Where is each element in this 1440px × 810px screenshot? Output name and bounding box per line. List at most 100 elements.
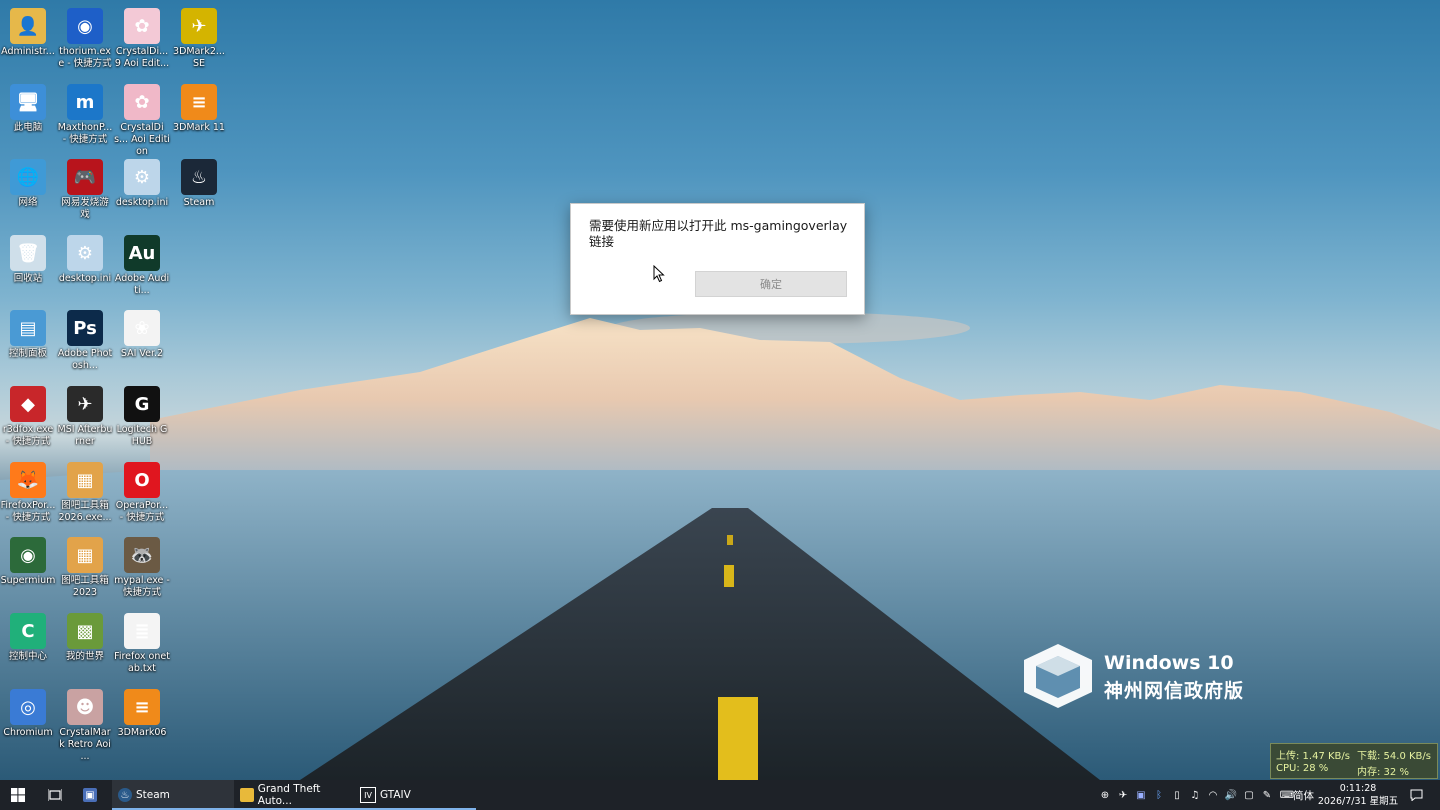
clock-date: 2026/7/31 星期五 <box>1317 796 1399 807</box>
crystaldisk-aoi-icon: ✿ <box>124 8 160 44</box>
desktop-icon[interactable]: ≡ 3DMark 11 <box>171 78 227 134</box>
desktop-icon[interactable]: Ps Adobe Photosh... <box>57 304 113 372</box>
chromium-icon: ◎ <box>10 689 46 725</box>
start-button[interactable] <box>6 780 30 810</box>
desktop-icon-label: 控制中心 <box>8 651 47 662</box>
task-view-button[interactable] <box>44 780 66 810</box>
desktop-icon-label: FirefoxPor... - 快捷方式 <box>0 500 56 523</box>
bluetooth-icon[interactable]: ᛒ <box>1152 788 1166 802</box>
r3dfox-icon: ◆ <box>10 386 46 422</box>
user-folder-icon: 👤 <box>10 8 46 44</box>
desktop-icon[interactable]: Au Adobe Auditi... <box>114 229 170 297</box>
desktop-icon-label: 3DMark06 <box>117 727 167 738</box>
desktop-icon[interactable]: ◆ r3dfox.exe - 快捷方式 <box>0 380 56 448</box>
ini-file-icon: ⚙ <box>67 235 103 271</box>
display-settings-icon: ▣ <box>83 788 97 802</box>
camera-icon[interactable]: ▢ <box>1242 788 1256 802</box>
desktop-icon-label: Steam <box>183 197 215 208</box>
desktop-icon[interactable]: ▩ 我的世界 <box>57 607 113 663</box>
network-monitor-widget[interactable]: 上传: 1.47 KB/s 下载: 54.0 KB/s CPU: 28 % 内存… <box>1270 743 1438 779</box>
headset-icon[interactable]: ♫ <box>1188 788 1202 802</box>
action-center-button[interactable] <box>1406 780 1426 810</box>
taskbar: ▣ ♨ Steam Grand Theft Auto... IV GTAIV ⊕… <box>0 780 1440 810</box>
volume-icon[interactable]: 🔊 <box>1224 788 1238 802</box>
ok-button[interactable]: 确定 <box>695 271 847 297</box>
desktop-icon[interactable]: 🖥 此电脑 <box>0 78 56 134</box>
taskbar-item-label: Grand Theft Auto... <box>257 783 321 807</box>
recycle-bin-icon: 🗑 <box>10 235 46 271</box>
windows-brand-watermark: Windows 10 神州网信政府版 <box>1022 642 1243 714</box>
desktop-icon-label: Chromium <box>3 727 53 738</box>
windows-logo-icon <box>11 788 25 802</box>
clock-time: 0:11:28 <box>1339 783 1377 794</box>
desktop-icon[interactable]: G Logitech G HUB <box>114 380 170 448</box>
firefox-icon: 🦊 <box>10 462 46 498</box>
desktop-icon[interactable]: ⚙ desktop.ini <box>57 229 113 285</box>
control-center-icon: C <box>10 613 46 649</box>
desktop-icon[interactable]: 🌐 网络 <box>0 153 56 209</box>
open-with-dialog: 需要使用新应用以打开此 ms-gamingoverlay 链接 确定 <box>570 203 865 315</box>
desktop-icon[interactable]: ✿ CrystalDi... 9 Aoi Edit... <box>114 2 170 70</box>
desktop-icon-label: 3DMark 11 <box>173 122 225 133</box>
desktop-icon[interactable]: ✈ 3DMark2... SE <box>171 2 227 70</box>
taskbar-item-gtaiv[interactable]: IV GTAIV <box>354 780 476 810</box>
desktop-icon[interactable]: ☻ CrystalMark Retro Aoi ... <box>57 683 113 763</box>
desktop-icon[interactable]: C 控制中心 <box>0 607 56 663</box>
usb-icon[interactable]: ▯ <box>1170 788 1184 802</box>
clock[interactable]: 0:11:28 2026/7/31 星期五 <box>1316 782 1400 808</box>
tuba-toolbox-2023-icon: ▦ <box>67 537 103 573</box>
pen-icon[interactable]: ✎ <box>1260 788 1274 802</box>
desktop-icon[interactable]: ✿ CrystalDis... Aoi Edition <box>114 78 170 158</box>
desktop-icon-label: 此电脑 <box>13 122 43 133</box>
taskbar-item-steam[interactable]: ♨ Steam <box>112 780 234 810</box>
plane-icon[interactable]: ✈ <box>1116 788 1130 802</box>
pinned-app-button[interactable]: ▣ <box>80 780 104 810</box>
desktop-icon-label: OperaPor... - 快捷方式 <box>115 500 169 523</box>
ime-indicator[interactable]: 简体 <box>1293 780 1314 810</box>
desktop-icon[interactable]: 🗑 回收站 <box>0 229 56 285</box>
desktop-icon[interactable]: ⚙ desktop.ini <box>114 153 170 209</box>
taskbar-item-label: GTAIV <box>380 789 411 801</box>
desktop-icon[interactable]: m MaxthonP... - 快捷方式 <box>57 78 113 146</box>
desktop-icon-label: Adobe Photosh... <box>57 348 113 371</box>
display-icon[interactable]: ▣ <box>1134 788 1148 802</box>
desktop-icon[interactable]: ◎ Chromium <box>0 683 56 739</box>
desktop-icon[interactable]: 👤 Administr... <box>0 2 56 58</box>
brand-line-2: 神州网信政府版 <box>1104 680 1245 702</box>
desktop-icon[interactable]: ✈ MSI Afterburner <box>57 380 113 448</box>
desktop-icon[interactable]: 🎮 网易发烧游戏 <box>57 153 113 221</box>
taskbar-item-explorer[interactable]: Grand Theft Auto... <box>234 780 356 810</box>
desktop-icon-label: Adobe Auditi... <box>114 273 170 296</box>
download-speed: 下载: 54.0 KB/s <box>1357 751 1431 762</box>
desktop-icon-label: MSI Afterburner <box>57 424 113 447</box>
adobe-audition-icon: Au <box>124 235 160 271</box>
desktop-icon[interactable]: 🦝 mypal.exe - 快捷方式 <box>114 531 170 599</box>
desktop-icon[interactable]: ♨ Steam <box>171 153 227 209</box>
folder-icon <box>240 788 254 802</box>
notification-icon <box>1410 789 1422 801</box>
thorium-icon: ◉ <box>67 8 103 44</box>
desktop-icon[interactable]: ◉ thorium.exe - 快捷方式 <box>57 2 113 70</box>
steam-icon: ♨ <box>181 159 217 195</box>
desktop-icon[interactable]: ▤ 控制面板 <box>0 304 56 360</box>
desktop-icon-label: thorium.exe - 快捷方式 <box>58 46 112 69</box>
desktop-icon-label: 网络 <box>18 197 38 208</box>
task-view-icon <box>48 789 62 801</box>
desktop-icon[interactable]: ≡ 3DMark06 <box>114 683 170 739</box>
add-icon[interactable]: ⊕ <box>1098 788 1112 802</box>
desktop-icon[interactable]: ▦ 图吧工具箱 2026.exe... <box>57 456 113 524</box>
desktop-icon[interactable]: ◉ Supermium <box>0 531 56 587</box>
desktop-icon-label: CrystalDi... 9 Aoi Edit... <box>114 46 170 69</box>
desktop-icon-label: SAI Ver.2 <box>120 348 164 359</box>
desktop-icon[interactable]: ▦ 图吧工具箱 2023 <box>57 531 113 599</box>
desktop-icon[interactable]: ≣ Firefox onetab.txt <box>114 607 170 675</box>
desktop-icon[interactable]: ❀ SAI Ver.2 <box>114 304 170 360</box>
dialog-message: 需要使用新应用以打开此 ms-gamingoverlay 链接 <box>589 218 848 249</box>
wifi-icon[interactable]: ◠ <box>1206 788 1220 802</box>
brand-line-1: Windows 10 <box>1104 652 1234 674</box>
mypal-icon: 🦝 <box>124 537 160 573</box>
desktop-icon[interactable]: 🦊 FirefoxPor... - 快捷方式 <box>0 456 56 524</box>
desktop-icon[interactable]: O OperaPor... - 快捷方式 <box>114 456 170 524</box>
brand-cube-icon <box>1024 644 1092 708</box>
desktop-icon-label: desktop.ini <box>115 197 169 208</box>
